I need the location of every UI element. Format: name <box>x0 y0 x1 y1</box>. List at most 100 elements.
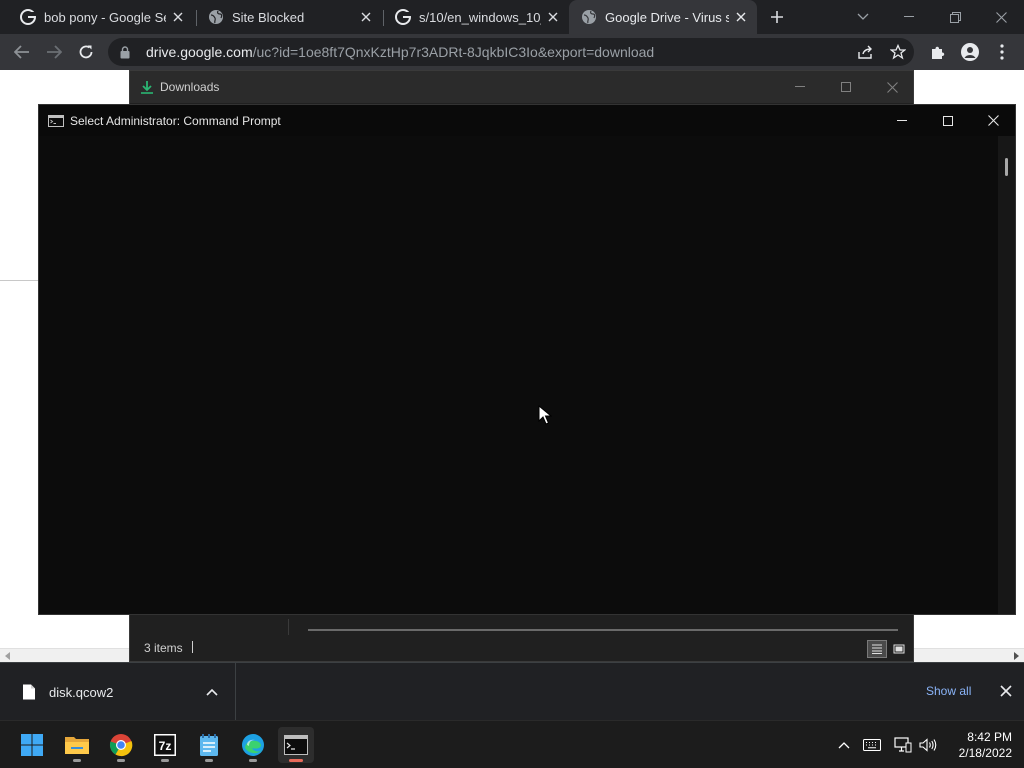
tab-site-blocked[interactable]: Site Blocked <box>196 0 382 34</box>
taskbar-file-explorer[interactable] <box>59 727 95 763</box>
close-icon <box>886 81 898 93</box>
extensions-button[interactable] <box>926 40 950 64</box>
cmd-close-button[interactable] <box>970 105 1016 136</box>
taskbar-edge[interactable] <box>235 727 271 763</box>
taskbar-terminal[interactable] <box>278 727 314 763</box>
browser-toolbar: drive.google.com/uc?id=1oe8ft7QnxKztHp7r… <box>0 34 1024 70</box>
volume-tray-button[interactable] <box>918 735 938 755</box>
tab-google-drive[interactable]: Google Drive - Virus sc <box>569 0 757 34</box>
bookmark-button[interactable] <box>886 40 910 64</box>
start-button[interactable] <box>14 727 50 763</box>
edge-icon <box>242 734 264 756</box>
address-bar[interactable]: drive.google.com/uc?id=1oe8ft7QnxKztHp7r… <box>108 38 914 66</box>
new-tab-button[interactable] <box>766 6 788 28</box>
svg-text:7z: 7z <box>159 739 172 753</box>
close-tab-icon[interactable] <box>170 9 186 25</box>
downloads-horizontal-scrollbar[interactable] <box>308 629 898 631</box>
command-prompt-window: Select Administrator: Command Prompt <box>38 104 1016 615</box>
browser-menu-button[interactable] <box>990 40 1014 64</box>
back-button[interactable] <box>10 40 34 64</box>
keyboard-tray-button[interactable] <box>862 735 882 755</box>
show-hidden-icons-button[interactable] <box>834 735 854 755</box>
downloads-close-button[interactable] <box>869 71 915 103</box>
puzzle-icon <box>932 46 945 59</box>
downloads-title: Downloads <box>160 80 220 94</box>
clock-time: 8:42 PM <box>967 730 1012 744</box>
tab-title: s/10/en_windows_10_c <box>419 9 541 25</box>
arrow-right-icon <box>47 45 62 59</box>
share-icon <box>858 45 872 59</box>
cmd-titlebar[interactable]: Select Administrator: Command Prompt <box>39 105 1015 136</box>
cmd-vertical-scrollbar[interactable] <box>998 136 1015 614</box>
screen: bob pony - Google Sea Site Blocked s/10/… <box>0 0 1024 768</box>
tab-bob-pony[interactable]: bob pony - Google Sea <box>8 0 194 34</box>
restore-button[interactable] <box>932 0 978 34</box>
cmd-minimize-button[interactable] <box>879 105 925 136</box>
arrow-left-icon <box>14 45 29 59</box>
status-separator <box>192 641 193 653</box>
item-count: 3 items <box>144 641 183 655</box>
close-tab-icon[interactable] <box>733 9 749 25</box>
taskbar-7zip[interactable]: 7z <box>147 727 183 763</box>
close-shelf-icon[interactable] <box>999 684 1013 698</box>
tab-windows-iso[interactable]: s/10/en_windows_10_c <box>383 0 569 34</box>
taskbar: 7z 8:42 PM 2/18/2022 <box>0 720 1024 768</box>
download-item[interactable]: disk.qcow2 <box>0 663 236 721</box>
share-button[interactable] <box>854 40 878 64</box>
cmd-maximize-button[interactable] <box>925 105 971 136</box>
large-icons-view-icon <box>893 644 905 654</box>
minimize-icon <box>904 16 914 17</box>
close-browser-button[interactable] <box>978 0 1024 34</box>
running-indicator <box>161 759 169 762</box>
restore-icon <box>949 11 961 23</box>
minimize-button[interactable] <box>886 0 932 34</box>
close-tab-icon[interactable] <box>545 9 561 25</box>
taskbar-chrome[interactable] <box>103 727 139 763</box>
avatar-icon <box>961 43 979 61</box>
chrome-icon <box>109 734 133 757</box>
downloads-status-bar: 3 items <box>130 635 913 661</box>
scroll-left-icon <box>5 652 10 660</box>
reload-button[interactable] <box>74 40 98 64</box>
tab-title: Site Blocked <box>232 9 305 25</box>
chevron-up-icon[interactable] <box>205 685 219 699</box>
minimize-icon <box>897 119 907 121</box>
scroll-right-icon <box>1014 652 1019 660</box>
star-icon <box>890 44 906 60</box>
network-tray-button[interactable] <box>893 735 913 755</box>
cmd-icon <box>48 114 64 127</box>
tab-search-button[interactable] <box>840 0 886 34</box>
large-icons-view-button[interactable] <box>889 640 909 658</box>
lock-icon[interactable] <box>118 45 132 59</box>
download-shelf: disk.qcow2 Show all <box>0 662 1024 721</box>
pane-divider <box>288 619 289 635</box>
chevron-up-icon <box>838 742 850 749</box>
url-text: drive.google.com/uc?id=1oe8ft7QnxKztHp7r… <box>146 44 654 60</box>
forward-button[interactable] <box>42 40 66 64</box>
downloads-maximize-button[interactable] <box>823 71 869 103</box>
details-view-icon <box>872 644 882 654</box>
7zip-icon: 7z <box>154 734 176 756</box>
tab-title: bob pony - Google Sea <box>44 9 166 25</box>
downloads-minimize-button[interactable] <box>777 71 823 103</box>
maximize-icon <box>841 82 851 92</box>
taskbar-notepad[interactable] <box>191 727 227 763</box>
globe-icon <box>581 9 597 25</box>
profile-button[interactable] <box>958 40 982 64</box>
active-indicator <box>289 759 303 762</box>
details-view-button[interactable] <box>867 640 887 658</box>
terminal-icon <box>284 735 308 755</box>
cmd-console-area[interactable] <box>39 136 999 614</box>
taskbar-clock[interactable]: 8:42 PM 2/18/2022 <box>944 729 1012 761</box>
download-filename: disk.qcow2 <box>49 684 114 700</box>
show-all-downloads-link[interactable]: Show all <box>926 684 971 698</box>
close-icon <box>987 115 999 126</box>
tab-title: Google Drive - Virus sc <box>605 9 729 25</box>
kebab-menu-icon <box>1000 44 1004 60</box>
chevron-down-icon <box>857 13 869 20</box>
url-host: drive.google.com <box>146 44 253 60</box>
scrollbar-thumb[interactable] <box>1005 158 1008 176</box>
network-icon <box>894 737 912 753</box>
close-tab-icon[interactable] <box>358 9 374 25</box>
minimize-icon <box>795 86 805 87</box>
